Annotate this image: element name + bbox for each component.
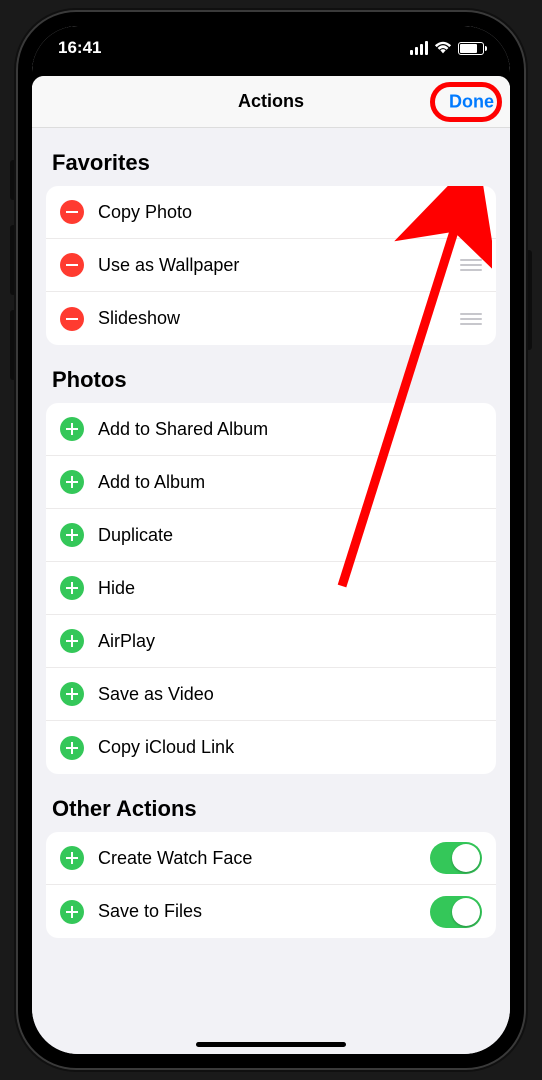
home-indicator[interactable] (196, 1042, 346, 1047)
favorite-row: Use as Wallpaper (46, 239, 496, 292)
section-other-actions: Other Actions Create Watch Face Save to … (32, 792, 510, 938)
drag-handle-icon[interactable] (460, 313, 482, 325)
add-icon[interactable] (60, 846, 84, 870)
section-title-photos: Photos (46, 363, 496, 403)
row-label: Hide (84, 578, 482, 599)
photos-row: Add to Album (46, 456, 496, 509)
row-label: AirPlay (84, 631, 482, 652)
row-label: Add to Shared Album (84, 419, 482, 440)
row-label: Use as Wallpaper (84, 255, 460, 276)
toggle-switch[interactable] (430, 896, 482, 928)
photos-row: Hide (46, 562, 496, 615)
add-icon[interactable] (60, 629, 84, 653)
section-title-favorites: Favorites (46, 146, 496, 186)
row-label: Save to Files (84, 901, 430, 922)
other-row: Create Watch Face (46, 832, 496, 885)
other-row: Save to Files (46, 885, 496, 938)
nav-bar: Actions Done (32, 76, 510, 128)
row-label: Create Watch Face (84, 848, 430, 869)
battery-icon (458, 42, 484, 55)
notch (171, 26, 371, 56)
toggle-switch[interactable] (430, 842, 482, 874)
photos-row: Copy iCloud Link (46, 721, 496, 774)
photos-row: Save as Video (46, 668, 496, 721)
add-icon[interactable] (60, 576, 84, 600)
favorite-row: Slideshow (46, 292, 496, 345)
add-icon[interactable] (60, 900, 84, 924)
photos-row: Duplicate (46, 509, 496, 562)
row-label: Copy Photo (84, 202, 460, 223)
add-icon[interactable] (60, 736, 84, 760)
photos-row: Add to Shared Album (46, 403, 496, 456)
row-label: Save as Video (84, 684, 482, 705)
row-label: Duplicate (84, 525, 482, 546)
page-title: Actions (238, 91, 304, 112)
remove-icon[interactable] (60, 200, 84, 224)
section-favorites: Favorites Copy Photo Use as Wallpaper (32, 146, 510, 345)
row-label: Add to Album (84, 472, 482, 493)
add-icon[interactable] (60, 470, 84, 494)
remove-icon[interactable] (60, 307, 84, 331)
add-icon[interactable] (60, 682, 84, 706)
done-button[interactable]: Done (449, 91, 494, 112)
row-label: Copy iCloud Link (84, 737, 482, 758)
drag-handle-icon[interactable] (460, 206, 482, 218)
cellular-signal-icon (410, 41, 428, 55)
remove-icon[interactable] (60, 253, 84, 277)
wifi-icon (434, 41, 452, 55)
status-indicators (410, 41, 484, 55)
drag-handle-icon[interactable] (460, 259, 482, 271)
section-title-other: Other Actions (46, 792, 496, 832)
status-time: 16:41 (58, 38, 101, 58)
row-label: Slideshow (84, 308, 460, 329)
favorite-row: Copy Photo (46, 186, 496, 239)
photos-row: AirPlay (46, 615, 496, 668)
section-photos: Photos Add to Shared Album Add to Album … (32, 363, 510, 774)
add-icon[interactable] (60, 523, 84, 547)
add-icon[interactable] (60, 417, 84, 441)
